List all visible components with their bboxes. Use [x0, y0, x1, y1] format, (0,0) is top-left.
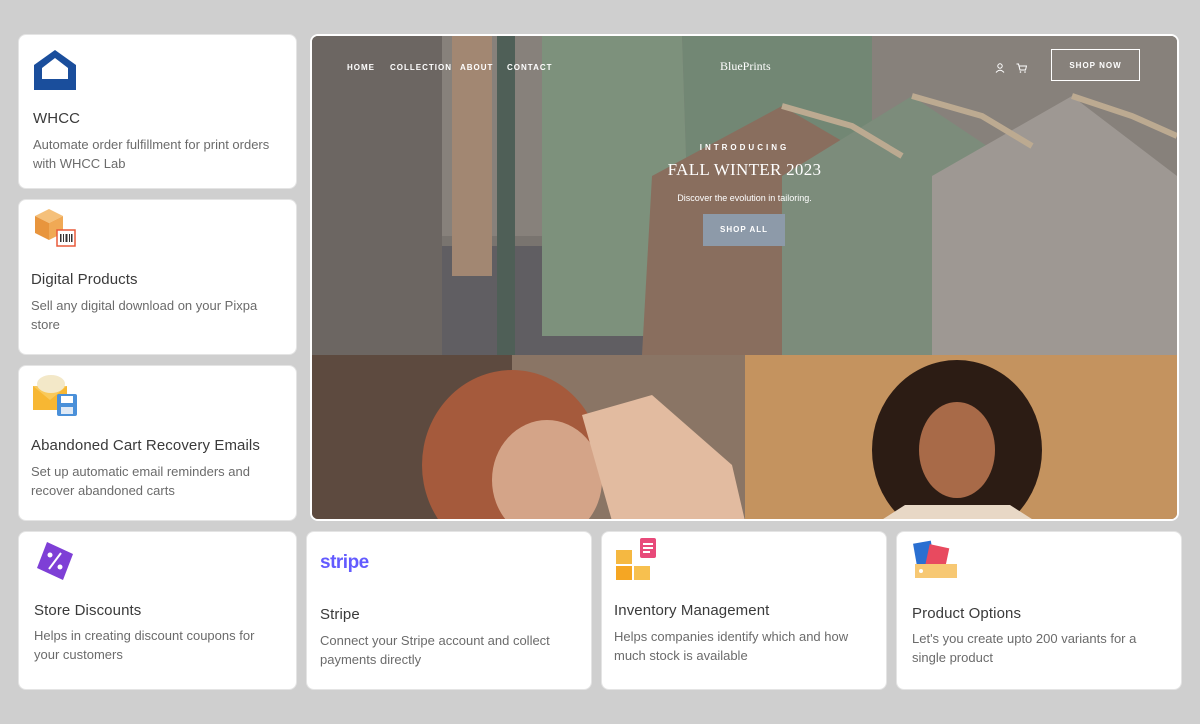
hero-tagline: Discover the evolution in tailoring.: [677, 193, 812, 203]
hero-woman-shadow-image: [312, 355, 745, 519]
abandoned-cart-card[interactable]: Abandoned Cart Recovery Emails Set up au…: [18, 365, 297, 521]
card-title: Store Discounts: [34, 602, 142, 619]
store-brand-logo[interactable]: BluePrints: [720, 59, 771, 74]
hero-introducing: INTRODUCING: [699, 143, 790, 152]
card-title: Digital Products: [31, 271, 138, 288]
card-description: Automate order fulfillment for print ord…: [33, 137, 270, 171]
shop-now-button[interactable]: SHOP NOW: [1051, 49, 1140, 81]
nav-about-link[interactable]: ABOUT: [460, 63, 493, 72]
box-barcode-icon: [35, 209, 76, 247]
card-title: Stripe: [320, 606, 360, 623]
card-description: Set up automatic email reminders and reco…: [31, 464, 250, 498]
card-description: Helps companies identify which and how mu…: [614, 629, 849, 663]
nav-home-link[interactable]: HOME: [347, 63, 375, 72]
digital-products-card[interactable]: Digital Products Sell any digital downlo…: [18, 199, 297, 355]
card-description: Connect your Stripe account and collect p…: [320, 633, 550, 667]
card-description: Let's you create upto 200 variants for a…: [912, 631, 1137, 665]
whcc-card[interactable]: WHCC Automate order fulfillment for prin…: [18, 34, 297, 189]
user-icon[interactable]: [995, 63, 1005, 73]
card-title: Abandoned Cart Recovery Emails: [31, 437, 260, 454]
tags-icon: [913, 540, 957, 578]
inventory-management-card[interactable]: Inventory Management Helps companies ide…: [601, 531, 887, 690]
card-title: WHCC: [33, 110, 81, 127]
card-title: Product Options: [912, 605, 1022, 622]
stripe-card[interactable]: stripe Stripe Connect your Stripe accoun…: [306, 531, 592, 690]
card-description: Sell any digital download on your Pixpa s…: [31, 298, 258, 332]
hero-headline: FALL WINTER 2023: [667, 160, 822, 179]
boxes-clipboard-icon: [616, 538, 656, 580]
nav-collection-link[interactable]: COLLECTION: [390, 63, 452, 72]
store-discounts-card[interactable]: Store Discounts Helps in creating discou…: [18, 531, 297, 690]
shop-all-button[interactable]: SHOP ALL: [703, 214, 785, 246]
store-preview: HOME COLLECTION ABOUT CONTACT BluePrints…: [310, 34, 1179, 521]
card-title: Inventory Management: [614, 602, 770, 619]
envelope-save-icon: [33, 375, 77, 416]
card-description: Helps in creating discount coupons for yo…: [34, 628, 255, 662]
discount-tag-icon: [37, 542, 73, 580]
nav-contact-link[interactable]: CONTACT: [507, 63, 553, 72]
hero-woman-curly-hair-image: [745, 355, 1177, 519]
stripe-logo-icon: stripe: [320, 552, 369, 573]
product-options-card[interactable]: Product Options Let's you create upto 20…: [896, 531, 1182, 690]
cart-icon[interactable]: [1016, 63, 1027, 73]
house-logo-icon: [34, 50, 76, 90]
